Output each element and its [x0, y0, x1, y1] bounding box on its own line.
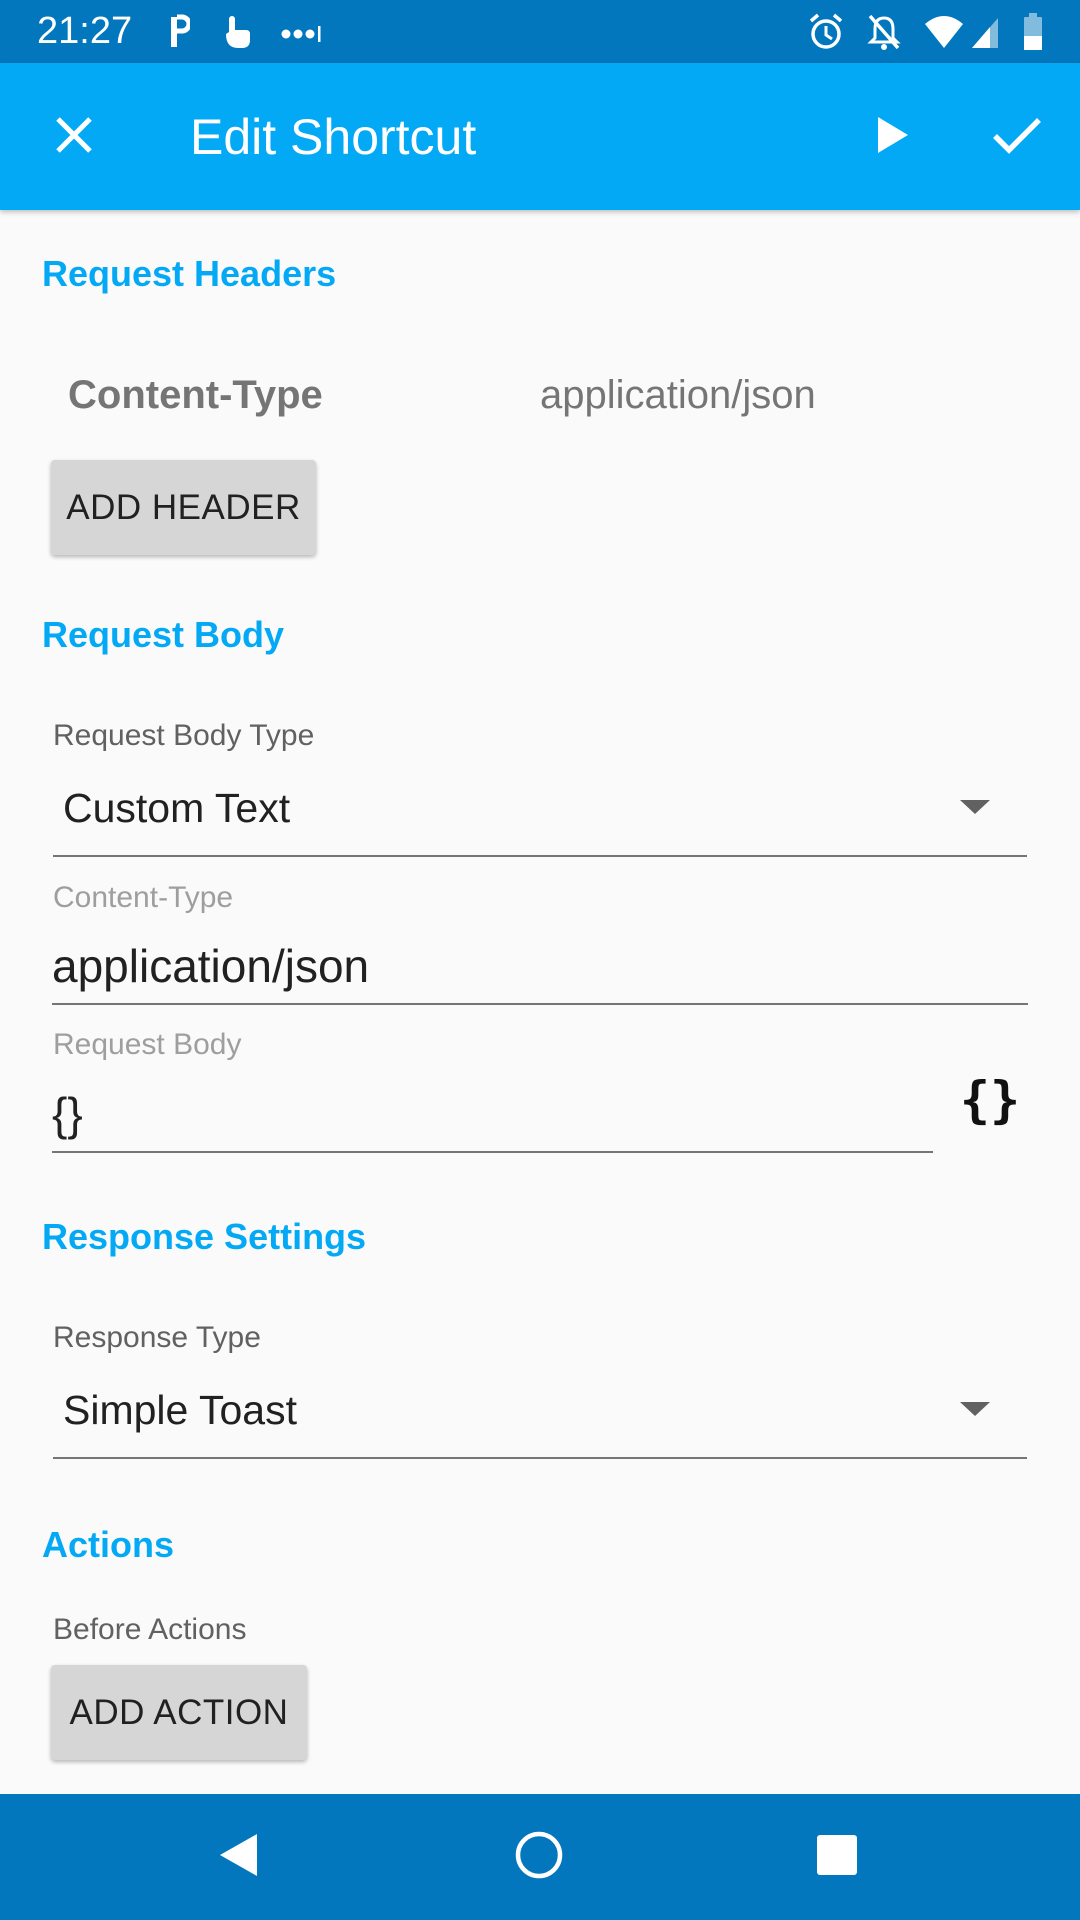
status-bar: 21:27 — [0, 0, 1080, 63]
dropdown-arrow-icon — [960, 1402, 990, 1416]
play-icon — [876, 115, 910, 160]
status-time: 21:27 — [37, 10, 133, 52]
check-icon — [992, 115, 1042, 160]
code-braces-button[interactable]: {} — [955, 1068, 1025, 1132]
request-body-underline — [52, 1151, 933, 1153]
close-button[interactable] — [36, 99, 112, 175]
request-body-value: {} — [52, 1088, 83, 1140]
status-right-icons — [808, 10, 1044, 54]
recents-square-icon — [816, 1834, 858, 1881]
body-type-label: Request Body Type — [53, 719, 315, 752]
touch-icon — [220, 12, 252, 52]
add-header-button[interactable]: ADD HEADER — [51, 460, 316, 555]
content-type-value: application/json — [52, 940, 370, 992]
app-bar: Edit Shortcut — [0, 63, 1080, 210]
code-braces-icon: {} — [959, 1071, 1021, 1129]
nav-home-button[interactable] — [499, 1817, 579, 1897]
response-type-label: Response Type — [53, 1321, 261, 1354]
header-value[interactable]: application/json — [540, 370, 816, 420]
nav-back-button[interactable] — [198, 1817, 278, 1897]
signal-icon — [970, 12, 1000, 52]
section-title-response-settings: Response Settings — [42, 1216, 367, 1257]
parking-icon — [168, 12, 192, 52]
before-actions-label: Before Actions — [53, 1613, 247, 1646]
home-circle-icon — [514, 1830, 564, 1885]
back-triangle-icon — [217, 1832, 259, 1883]
navigation-bar — [0, 1794, 1080, 1920]
request-body-label: Request Body — [53, 1028, 242, 1061]
more-dots-icon — [280, 12, 322, 52]
wifi-icon — [924, 12, 964, 52]
body-type-underline — [53, 855, 1027, 857]
page-title: Edit Shortcut — [190, 109, 477, 165]
dropdown-arrow-icon — [960, 800, 990, 814]
status-left-icons — [168, 10, 322, 54]
run-button[interactable] — [855, 99, 931, 175]
nav-recents-button[interactable] — [797, 1817, 877, 1897]
header-key[interactable]: Content-Type — [68, 370, 323, 420]
alarm-icon — [808, 12, 844, 52]
response-type-underline — [53, 1457, 1027, 1459]
add-action-button[interactable]: ADD ACTION — [51, 1665, 307, 1760]
response-type-value: Simple Toast — [63, 1387, 297, 1433]
close-icon — [54, 115, 94, 160]
body-type-spinner[interactable]: Custom Text — [53, 770, 1027, 858]
request-body-input[interactable]: {} — [52, 1078, 933, 1154]
section-title-request-headers: Request Headers — [42, 253, 337, 294]
section-title-request-body: Request Body — [42, 614, 285, 655]
battery-icon — [1022, 12, 1044, 52]
content-type-input[interactable]: application/json — [52, 930, 1028, 1006]
content-type-label: Content-Type — [53, 881, 234, 914]
notifications-off-icon — [866, 12, 902, 52]
body-type-value: Custom Text — [63, 785, 291, 831]
response-type-spinner[interactable]: Simple Toast — [53, 1372, 1027, 1460]
section-title-actions: Actions — [42, 1524, 175, 1565]
content-type-underline — [52, 1003, 1028, 1005]
save-button[interactable] — [979, 99, 1055, 175]
